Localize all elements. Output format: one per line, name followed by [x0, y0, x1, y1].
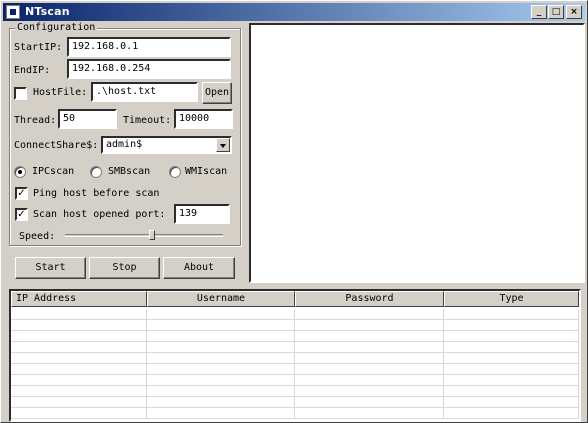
table-cell	[147, 331, 295, 342]
hostfile-checkbox[interactable]	[14, 87, 27, 100]
table-cell	[295, 309, 444, 320]
table-cell	[147, 397, 295, 408]
table-row[interactable]	[11, 320, 579, 331]
table-cell	[147, 364, 295, 375]
table-row[interactable]	[11, 309, 579, 320]
table-cell	[295, 342, 444, 353]
table-cell	[11, 408, 147, 419]
table-row[interactable]	[11, 364, 579, 375]
smbscan-radio[interactable]	[90, 166, 102, 178]
table-row[interactable]	[11, 397, 579, 408]
ping-label: Ping host before scan	[33, 188, 160, 199]
start-button[interactable]: Start	[15, 257, 86, 279]
output-log[interactable]	[249, 23, 585, 283]
table-cell	[147, 353, 295, 364]
table-cell	[11, 386, 147, 397]
table-cell	[11, 342, 147, 353]
table-cell	[147, 408, 295, 419]
end-ip-label: EndIP:	[14, 65, 51, 76]
table-cell	[147, 309, 295, 320]
table-cell	[444, 408, 579, 419]
table-cell	[11, 397, 147, 408]
table-cell	[295, 397, 444, 408]
table-cell	[295, 364, 444, 375]
table-cell	[11, 375, 147, 386]
table-cell	[444, 375, 579, 386]
speed-slider-thumb[interactable]	[148, 230, 155, 240]
table-row[interactable]	[11, 342, 579, 353]
column-username[interactable]: Username	[147, 291, 295, 307]
table-cell	[444, 353, 579, 364]
column-ip-address[interactable]: IP Address	[11, 291, 147, 307]
ping-checkbox[interactable]: ✓	[15, 187, 28, 200]
port-input[interactable]: 139	[174, 204, 230, 224]
hostfile-input[interactable]: .\host.txt	[91, 82, 198, 102]
app-icon	[6, 5, 20, 19]
connectshare-value: admin$	[106, 139, 143, 150]
thread-input[interactable]: 50	[58, 109, 117, 129]
thread-label: Thread:	[14, 115, 57, 126]
stop-button[interactable]: Stop	[89, 257, 160, 279]
table-cell	[147, 320, 295, 331]
ntscan-window: NTscan _ □ × Configuration StartIP: 192.…	[0, 0, 588, 423]
table-cell	[444, 309, 579, 320]
ipcscan-label: IPCscan	[32, 166, 75, 177]
timeout-label: Timeout:	[123, 115, 172, 126]
speed-slider-track[interactable]	[65, 234, 223, 237]
table-cell	[11, 364, 147, 375]
speed-label: Speed:	[19, 231, 56, 242]
timeout-input[interactable]: 10000	[174, 109, 233, 129]
title-bar[interactable]: NTscan _ □ ×	[3, 3, 585, 21]
smbscan-label: SMBscan	[108, 166, 151, 177]
ipcscan-radio[interactable]	[14, 166, 26, 178]
about-button[interactable]: About	[163, 257, 235, 279]
table-row[interactable]	[11, 375, 579, 386]
column-type[interactable]: Type	[444, 291, 579, 307]
chevron-down-icon[interactable]	[216, 138, 230, 152]
column-password[interactable]: Password	[295, 291, 444, 307]
table-cell	[147, 386, 295, 397]
table-cell	[11, 353, 147, 364]
table-cell	[444, 386, 579, 397]
table-cell	[444, 397, 579, 408]
minimize-button[interactable]: _	[531, 5, 547, 19]
table-row[interactable]	[11, 386, 579, 397]
table-cell	[444, 342, 579, 353]
table-cell	[11, 309, 147, 320]
hostfile-label: HostFile:	[33, 87, 88, 98]
end-ip-input[interactable]: 192.168.0.254	[67, 59, 231, 79]
table-cell	[295, 408, 444, 419]
close-button[interactable]: ×	[566, 5, 582, 19]
table-cell	[295, 353, 444, 364]
connectshare-select[interactable]: admin$	[101, 136, 232, 154]
table-cell	[444, 320, 579, 331]
wmiscan-label: WMIscan	[185, 166, 228, 177]
maximize-button[interactable]: □	[548, 5, 564, 19]
start-ip-label: StartIP:	[14, 42, 63, 53]
connectshare-label: ConnectShare$:	[14, 140, 99, 151]
table-row[interactable]	[11, 353, 579, 364]
table-cell	[147, 375, 295, 386]
open-button[interactable]: Open	[202, 82, 232, 104]
table-cell	[295, 331, 444, 342]
table-cell	[295, 386, 444, 397]
table-cell	[11, 320, 147, 331]
table-cell	[444, 364, 579, 375]
table-cell	[147, 342, 295, 353]
scan-port-label: Scan host opened port:	[33, 209, 166, 220]
table-row[interactable]	[11, 331, 579, 342]
wmiscan-radio[interactable]	[169, 166, 181, 178]
configuration-legend: Configuration	[15, 22, 98, 33]
window-title: NTscan	[25, 5, 70, 18]
grid-header: IP Address Username Password Type	[11, 291, 579, 307]
table-cell	[444, 331, 579, 342]
table-cell	[295, 375, 444, 386]
table-row[interactable]	[11, 408, 579, 419]
results-grid[interactable]: IP Address Username Password Type	[9, 289, 581, 422]
table-cell	[295, 320, 444, 331]
table-cell	[11, 331, 147, 342]
scan-port-checkbox[interactable]: ✓	[15, 208, 28, 221]
start-ip-input[interactable]: 192.168.0.1	[67, 37, 231, 57]
